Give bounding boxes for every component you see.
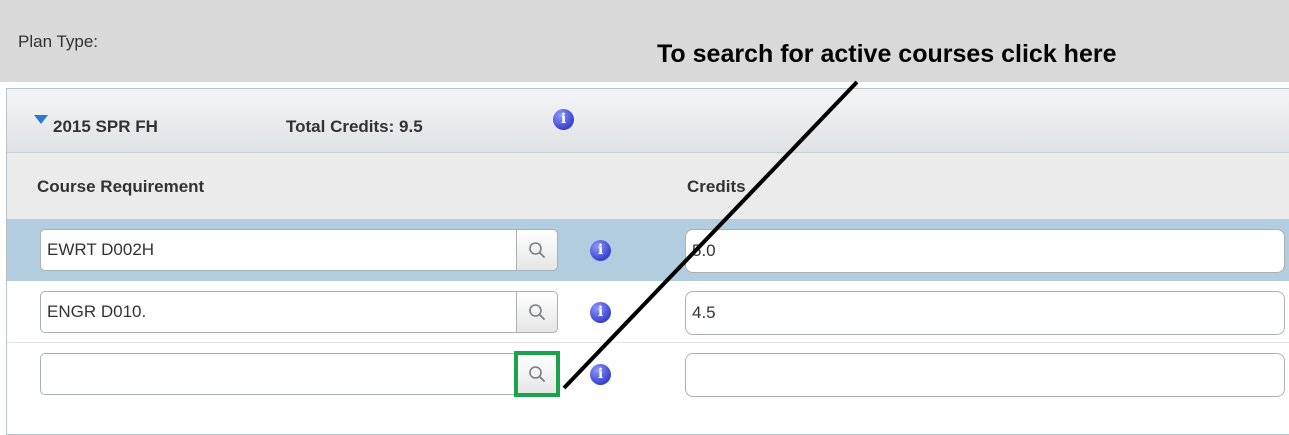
- course-search-button-highlighted[interactable]: [514, 351, 560, 397]
- credits-input[interactable]: [685, 353, 1285, 397]
- info-icon[interactable]: i: [590, 240, 611, 261]
- total-credits: Total Credits: 9.5: [286, 117, 423, 136]
- triangle-down-icon[interactable]: [34, 115, 48, 124]
- info-icon[interactable]: i: [590, 302, 611, 323]
- magnifier-icon: [529, 304, 545, 320]
- table-row: ENGR D010. i 4.5: [7, 281, 1289, 343]
- info-icon[interactable]: i: [590, 364, 611, 385]
- column-header-course: Course Requirement: [37, 177, 205, 196]
- term-panel: 2015 SPR FH Total Credits: 9.5 i Course …: [6, 88, 1289, 435]
- course-requirement-input[interactable]: [40, 353, 518, 395]
- credits-input[interactable]: 4.5: [685, 291, 1285, 335]
- plan-type-label: Plan Type:: [18, 32, 99, 51]
- column-header-row: Course Requirement Credits: [7, 153, 1289, 219]
- term-header[interactable]: 2015 SPR FH Total Credits: 9.5 i: [7, 89, 1289, 153]
- magnifier-icon: [529, 366, 545, 382]
- term-name: 2015 SPR FH: [53, 117, 158, 136]
- credits-input[interactable]: 5.0: [685, 229, 1285, 273]
- course-requirement-input[interactable]: ENGR D010.: [40, 291, 518, 333]
- course-requirement-input[interactable]: EWRT D002H: [40, 229, 518, 271]
- magnifier-icon: [529, 242, 545, 258]
- table-row: EWRT D002H i 5.0: [7, 219, 1289, 281]
- table-row: i: [7, 343, 1289, 405]
- column-header-credits: Credits: [687, 177, 746, 196]
- info-icon[interactable]: i: [553, 109, 574, 130]
- course-search-button[interactable]: [516, 291, 558, 333]
- callout-annotation: To search for active courses click here: [657, 40, 1117, 68]
- course-search-button[interactable]: [516, 229, 558, 271]
